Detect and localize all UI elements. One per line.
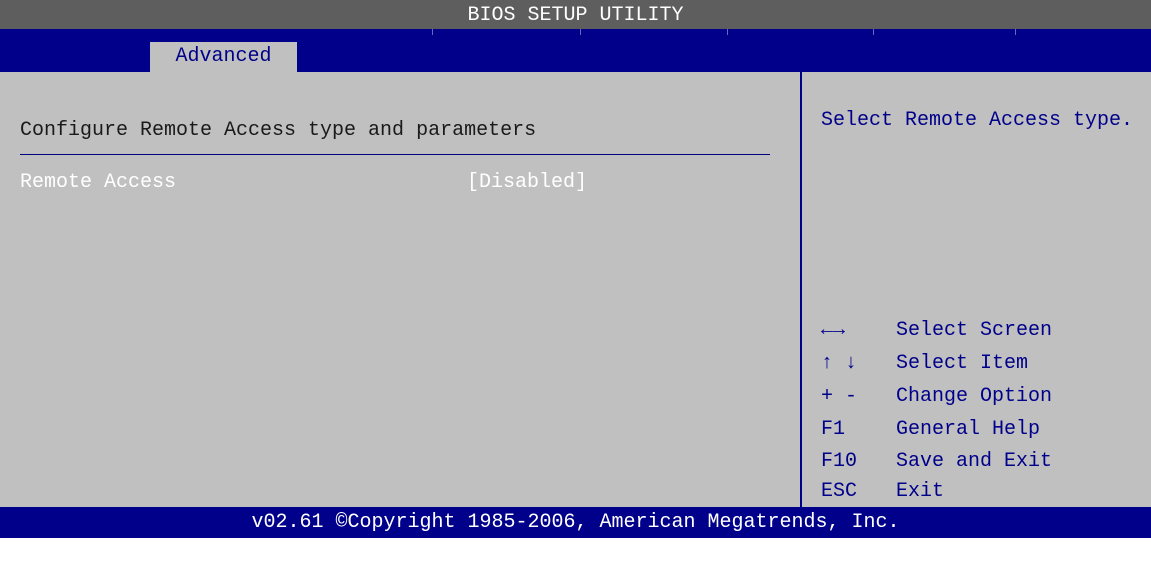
- tab-separator: [873, 29, 874, 35]
- help-panel: Select Remote Access type. ←→ Select Scr…: [802, 72, 1151, 507]
- section-heading: Configure Remote Access type and paramet…: [20, 119, 537, 142]
- key-legend-label: Exit: [896, 480, 945, 503]
- bios-screen: BIOS SETUP UTILITY Advanced Configure Re…: [0, 0, 1151, 563]
- up-down-arrow-icon: ↑ ↓: [821, 352, 858, 375]
- key-legend-label: Select Item: [896, 352, 1029, 375]
- tab-bar: Advanced: [0, 29, 1151, 72]
- footer-bar: v02.61 ©Copyright 1985-2006, American Me…: [0, 507, 1151, 538]
- remote-access-option[interactable]: Remote Access [Disabled]: [0, 166, 800, 198]
- help-description: Select Remote Access type.: [821, 109, 1134, 132]
- remote-access-label: Remote Access: [20, 171, 177, 194]
- plus-minus-key: + -: [821, 385, 858, 408]
- key-legend-label: Save and Exit: [896, 450, 1053, 473]
- app-title: BIOS SETUP UTILITY: [467, 4, 684, 27]
- heading-divider: [20, 154, 770, 155]
- key-legend-label: Change Option: [896, 385, 1053, 408]
- esc-key: ESC: [821, 480, 858, 503]
- f10-key: F10: [821, 450, 858, 473]
- key-legend-label: General Help: [896, 418, 1041, 441]
- tab-separator: [432, 29, 433, 35]
- tab-separator: [580, 29, 581, 35]
- f1-key: F1: [821, 418, 846, 441]
- tab-separator: [1015, 29, 1016, 35]
- tab-advanced[interactable]: Advanced: [150, 42, 297, 72]
- key-legend-label: Select Screen: [896, 319, 1053, 342]
- copyright-text: v02.61 ©Copyright 1985-2006, American Me…: [251, 511, 900, 534]
- title-bar: BIOS SETUP UTILITY: [0, 0, 1151, 29]
- left-right-arrow-icon: ←→: [821, 319, 846, 342]
- settings-panel: Configure Remote Access type and paramet…: [0, 72, 800, 507]
- remote-access-value[interactable]: [Disabled]: [467, 171, 587, 195]
- tab-separator: [727, 29, 728, 35]
